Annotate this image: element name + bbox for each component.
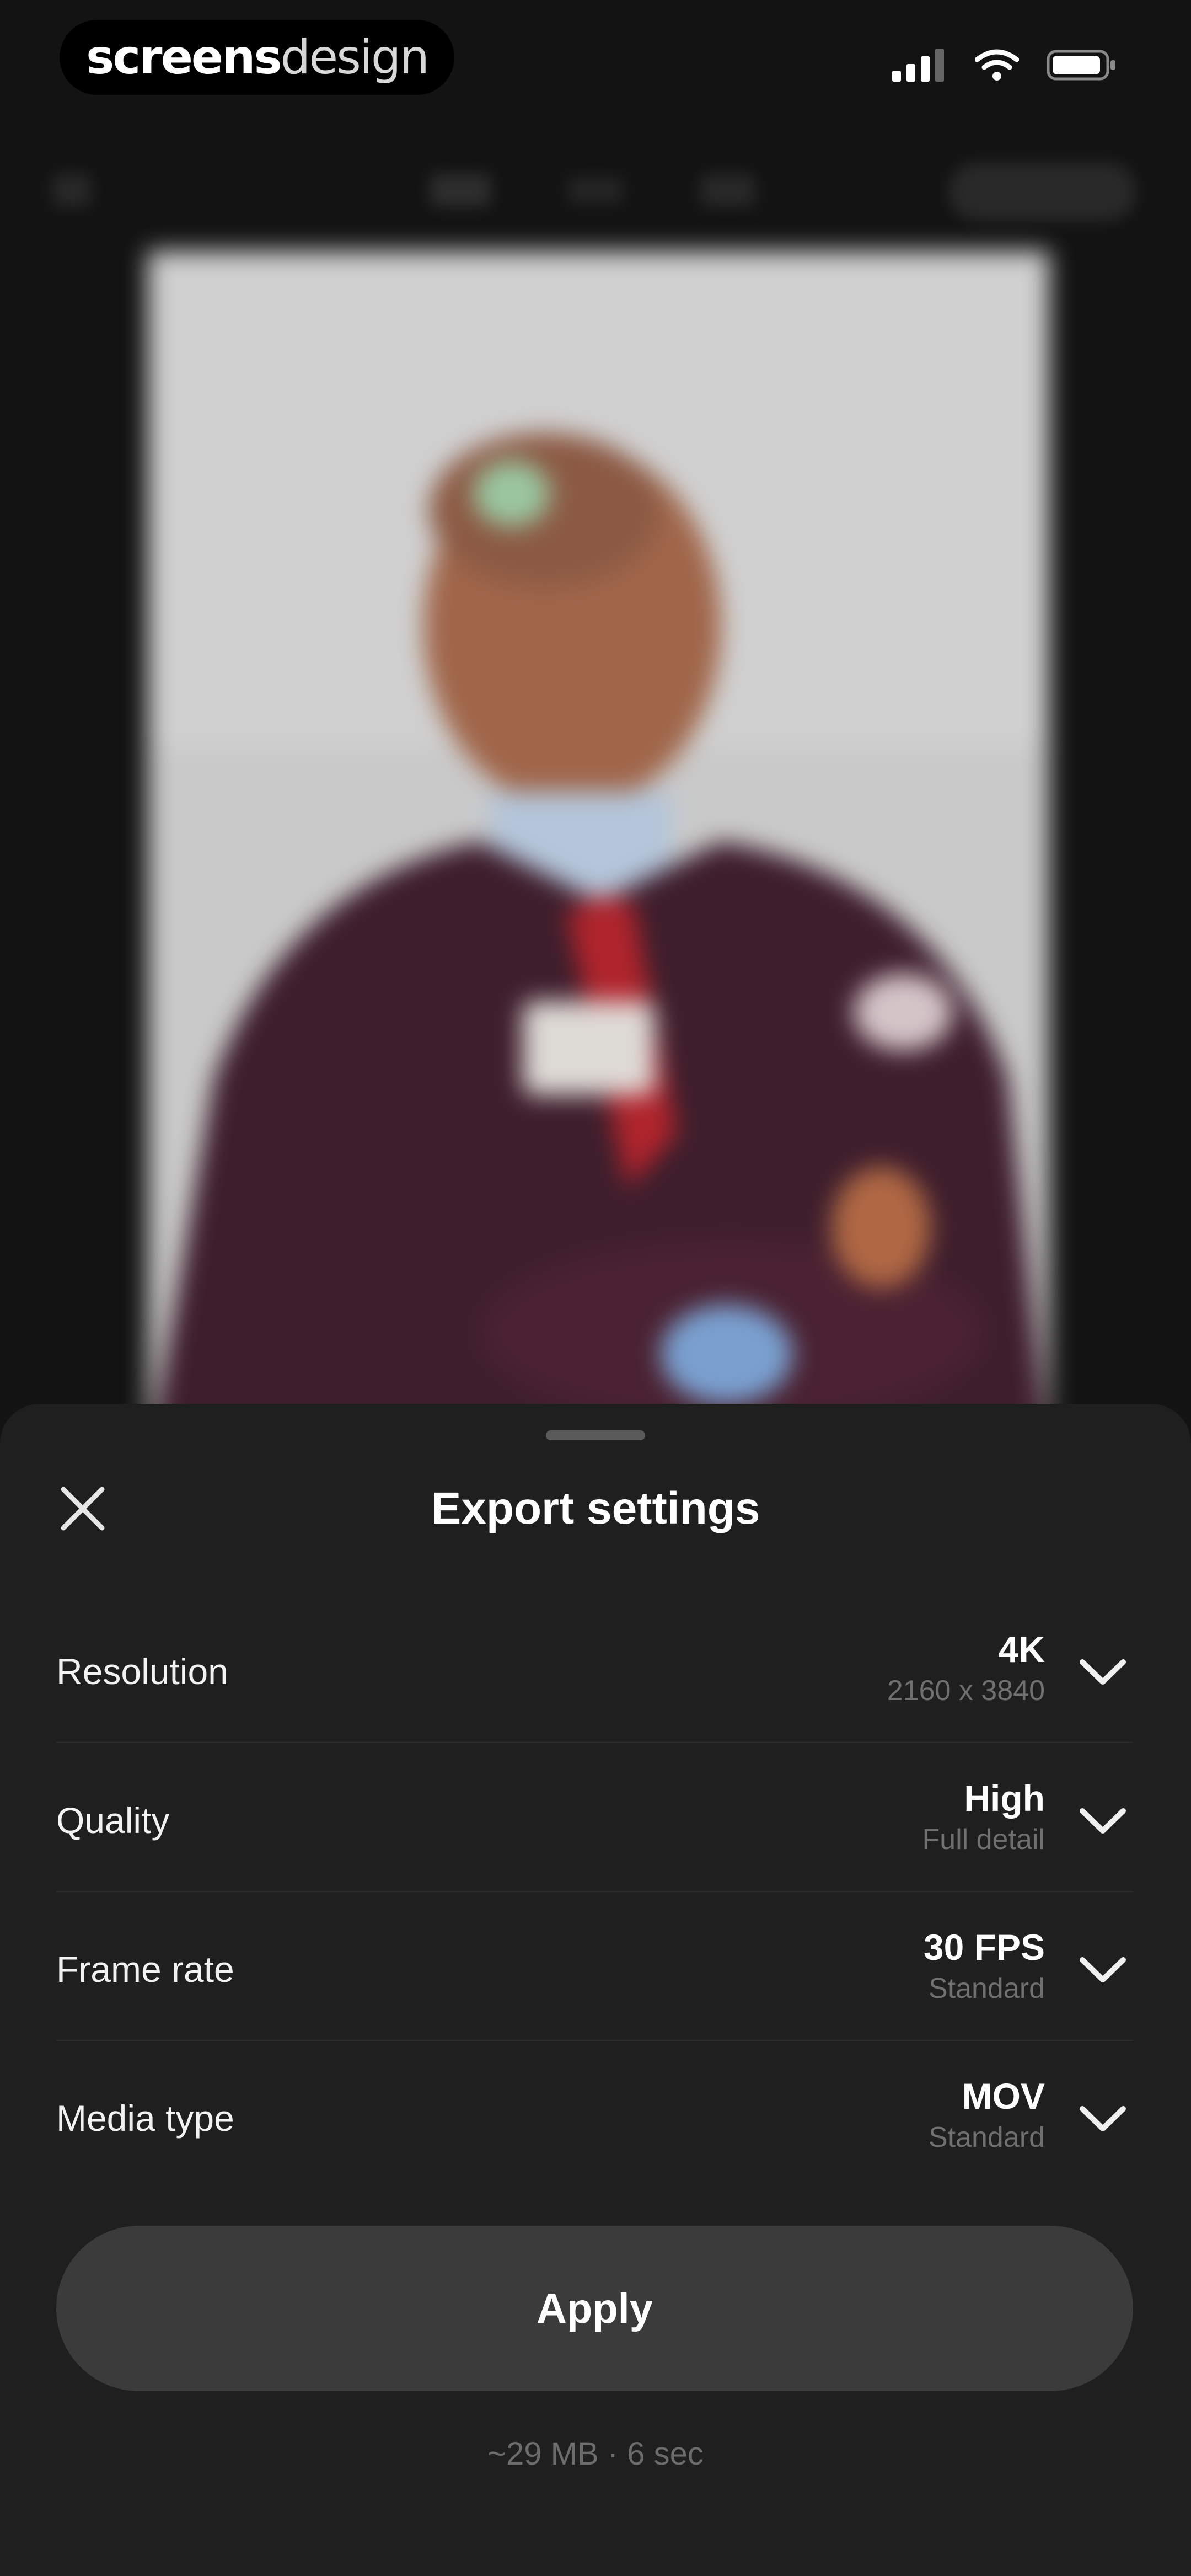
cellular-signal-icon bbox=[892, 49, 944, 82]
screen: screens design Export settings Resolutio… bbox=[0, 0, 1191, 2576]
sheet-grabber[interactable] bbox=[546, 1430, 645, 1440]
battery-icon bbox=[1047, 50, 1115, 81]
setting-row-quality[interactable]: Quality High Full detail bbox=[56, 1743, 1133, 1892]
status-icons bbox=[892, 49, 1118, 82]
setting-row-resolution[interactable]: Resolution 4K 2160 x 3840 bbox=[56, 1594, 1133, 1743]
setting-sub-value: Standard bbox=[928, 1973, 1045, 2005]
toolbar-tool-icon[interactable] bbox=[430, 174, 491, 207]
export-button[interactable] bbox=[948, 163, 1136, 221]
setting-label: Frame rate bbox=[56, 1949, 234, 1990]
status-bar: screens design bbox=[0, 0, 1191, 132]
setting-label: Resolution bbox=[56, 1651, 228, 1692]
setting-main-value: MOV bbox=[962, 2076, 1045, 2117]
toolbar-tool-icon[interactable] bbox=[568, 177, 623, 204]
chevron-down-icon[interactable] bbox=[1072, 1791, 1133, 1851]
apply-button[interactable]: Apply bbox=[56, 2226, 1133, 2391]
setting-sub-value: 2160 x 3840 bbox=[887, 1675, 1045, 1707]
setting-value: 4K 2160 x 3840 bbox=[887, 1627, 1045, 1710]
toolbar-tool-icon[interactable] bbox=[700, 174, 755, 207]
setting-main-value: 30 FPS bbox=[923, 1927, 1045, 1968]
export-settings-sheet: Export settings Resolution 4K 2160 x 384… bbox=[0, 1404, 1191, 2576]
brand-watermark: screens design bbox=[60, 20, 454, 95]
brand-light-text: design bbox=[280, 30, 430, 85]
settings-list: Resolution 4K 2160 x 3840 Quality High F… bbox=[56, 1594, 1133, 2189]
setting-sub-value: Full detail bbox=[922, 1824, 1045, 1856]
chevron-down-icon[interactable] bbox=[1072, 2088, 1133, 2149]
setting-label: Media type bbox=[56, 2098, 234, 2139]
chevron-down-icon[interactable] bbox=[1072, 1939, 1133, 2000]
setting-value: MOV Standard bbox=[929, 2074, 1045, 2157]
setting-value: 30 FPS Standard bbox=[924, 1925, 1045, 2008]
photo-preview bbox=[148, 251, 1049, 1465]
sheet-title: Export settings bbox=[431, 1483, 760, 1533]
export-estimate: ~29 MB · 6 sec bbox=[487, 2436, 704, 2472]
setting-row-frame-rate[interactable]: Frame rate 30 FPS Standard bbox=[56, 1892, 1133, 2041]
setting-value: High Full detail bbox=[922, 1776, 1045, 1859]
setting-main-value: High bbox=[964, 1778, 1045, 1819]
chevron-down-icon[interactable] bbox=[1072, 1642, 1133, 1702]
back-icon[interactable] bbox=[52, 174, 91, 207]
setting-main-value: 4K bbox=[998, 1629, 1045, 1670]
wifi-icon bbox=[975, 49, 1019, 81]
brand-bold-text: screens bbox=[86, 30, 282, 85]
portrait-image bbox=[148, 251, 1049, 1465]
editor-toolbar bbox=[0, 149, 1191, 232]
setting-row-media-type[interactable]: Media type MOV Standard bbox=[56, 2041, 1133, 2189]
setting-label: Quality bbox=[56, 1800, 170, 1841]
setting-sub-value: Standard bbox=[928, 2121, 1045, 2153]
